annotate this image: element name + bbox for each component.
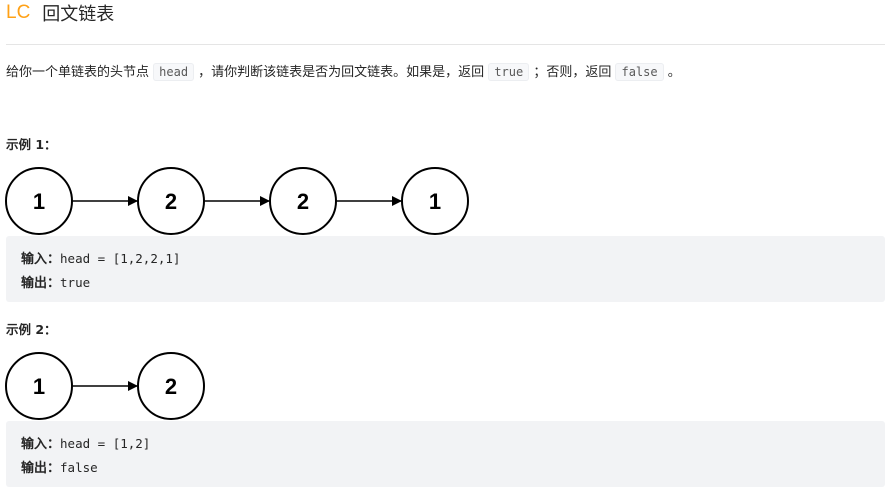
page-header: LC 回文链表 — [6, 0, 114, 26]
example-2-code-block: 输入：head = [1,2] 输出：false — [6, 421, 885, 487]
list-node: 1 — [401, 167, 469, 235]
output-label: 输出： — [21, 461, 61, 476]
input-value: head = [1,2,2,1] — [60, 251, 181, 266]
list-node: 1 — [5, 352, 73, 420]
description-text: 给你一个单链表的头节点 — [6, 65, 154, 80]
node-value: 2 — [297, 189, 309, 214]
node-value: 1 — [33, 189, 45, 214]
brand-prefix: LC — [6, 2, 31, 23]
example-1-heading: 示例 1： — [6, 137, 57, 152]
output-label: 输出： — [21, 276, 61, 291]
code-true: true — [488, 63, 530, 81]
node-value: 1 — [33, 374, 45, 399]
description-text: ，请你判断该链表是否为回文链表。如果是，返回 — [194, 65, 489, 80]
output-value: true — [60, 275, 91, 290]
list-node: 2 — [137, 352, 205, 420]
example-1-code-block: 输入：head = [1,2,2,1] 输出：true — [6, 236, 885, 302]
output-line: 输出：false — [21, 456, 885, 480]
list-node: 2 — [269, 167, 337, 235]
input-label: 输入： — [21, 252, 61, 267]
input-label: 输入： — [21, 437, 61, 452]
output-value: false — [60, 460, 98, 475]
list-node: 2 — [137, 167, 205, 235]
node-value: 1 — [429, 189, 441, 214]
description-text: ；否则，返回 — [529, 65, 616, 80]
node-value: 2 — [165, 374, 177, 399]
input-value: head = [1,2] — [60, 436, 151, 451]
header-divider — [6, 44, 885, 45]
code-head: head — [153, 63, 195, 81]
example-2-diagram: 1 2 — [5, 352, 205, 420]
example-1-diagram: 1 2 2 1 — [5, 167, 469, 235]
node-value: 2 — [165, 189, 177, 214]
description-text: 。 — [663, 65, 681, 80]
problem-description: 给你一个单链表的头节点 head ，请你判断该链表是否为回文链表。如果是，返回 … — [6, 62, 681, 83]
input-line: 输入：head = [1,2,2,1] — [21, 247, 885, 271]
code-false: false — [615, 63, 664, 81]
page-title: 回文链表 — [42, 4, 115, 25]
list-node: 1 — [5, 167, 73, 235]
output-line: 输出：true — [21, 271, 885, 295]
input-line: 输入：head = [1,2] — [21, 432, 885, 456]
example-2-heading: 示例 2： — [6, 322, 57, 337]
